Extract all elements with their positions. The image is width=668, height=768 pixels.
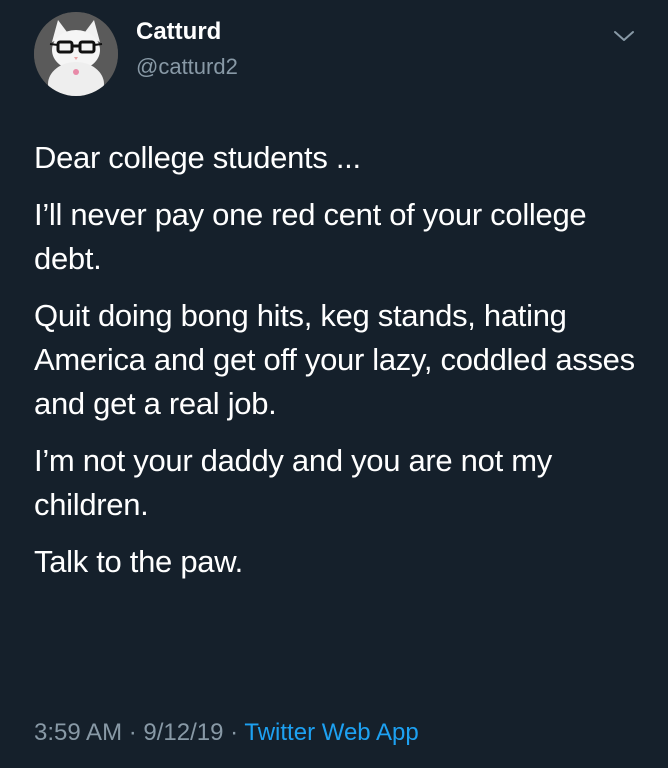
tweet-metadata: 3:59 AM · 9/12/19 · Twitter Web App: [34, 717, 419, 749]
tweet-paragraph: I’m not your daddy and you are not my ch…: [34, 443, 552, 522]
meta-separator: ·: [230, 719, 239, 746]
chevron-down-icon[interactable]: [612, 26, 636, 46]
tweet-text: Dear college students ... I’ll never pay…: [34, 136, 644, 597]
cat-with-glasses-avatar-icon: [34, 12, 118, 96]
tweet-paragraph: Dear college students ...: [34, 140, 361, 175]
tweet-source-link[interactable]: Twitter Web App: [244, 719, 418, 746]
author-name[interactable]: Catturd: [136, 16, 221, 48]
meta-separator: ·: [128, 719, 137, 746]
tweet-paragraph: I’ll never pay one red cent of your coll…: [34, 197, 587, 276]
tweet-card: Catturd @catturd2 Dear college students …: [0, 0, 668, 768]
tweet-paragraph: Talk to the paw.: [34, 544, 243, 579]
tweet-paragraph: Quit doing bong hits, keg stands, hating…: [34, 298, 635, 421]
tweet-date[interactable]: 9/12/19: [143, 719, 223, 746]
avatar[interactable]: [34, 12, 118, 96]
author-handle[interactable]: @catturd2: [136, 52, 238, 82]
tweet-time[interactable]: 3:59 AM: [34, 719, 122, 746]
